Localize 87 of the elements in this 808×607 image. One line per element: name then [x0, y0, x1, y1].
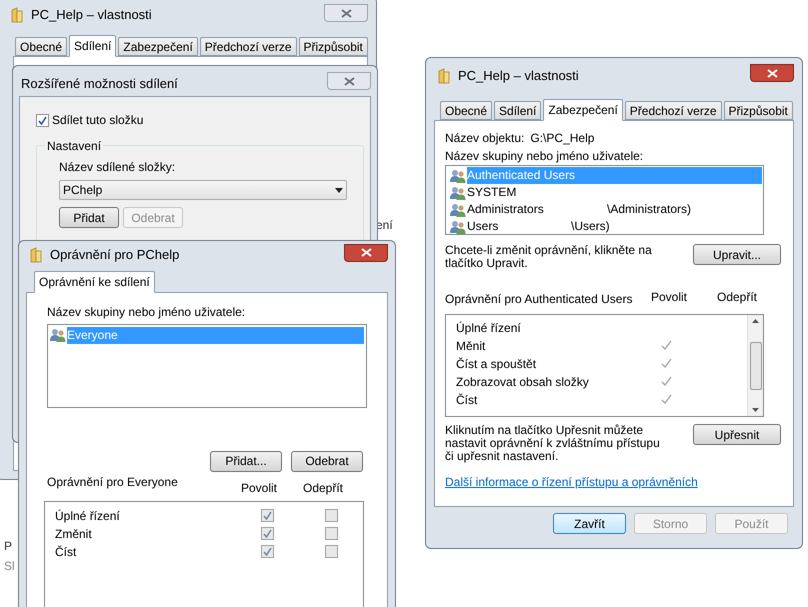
- folder-icon: [11, 7, 23, 23]
- tab[interactable]: Obecné: [440, 101, 492, 120]
- folder-icon: [438, 68, 450, 84]
- tab[interactable]: Zabezpečení: [543, 99, 623, 121]
- column-header: Povolit: [240, 480, 278, 496]
- dialog-button[interactable]: Upravit...: [693, 244, 781, 265]
- background-text: Sl: [4, 558, 15, 575]
- close-icon: [360, 248, 372, 258]
- users-icon: [450, 220, 466, 234]
- window-title: Oprávnění pro PChelp: [50, 246, 180, 264]
- field-label: Název sdílené složky:: [59, 159, 176, 176]
- close-button[interactable]: [750, 64, 794, 82]
- dialog-button[interactable]: Upřesnit: [693, 424, 781, 445]
- users-icon: [50, 328, 66, 342]
- close-button[interactable]: [344, 244, 388, 262]
- checkmark-icon: [660, 340, 672, 350]
- permission-name: Měnit: [456, 338, 486, 355]
- permissions-label: Oprávnění pro Everyone: [47, 474, 179, 490]
- tab[interactable]: Zabezpečení: [118, 37, 198, 56]
- scrollbar-thumb[interactable]: [750, 342, 762, 390]
- checkbox[interactable]: [260, 527, 274, 540]
- list-label: Název skupiny nebo jméno uživatele:: [445, 148, 644, 165]
- user-list-item[interactable]: SYSTEM: [467, 184, 762, 201]
- permission-name: Zobrazovat obsah složky: [456, 374, 590, 391]
- user-path: \Administrators): [607, 201, 692, 218]
- dialog-button[interactable]: Odebrat: [291, 450, 363, 472]
- checkmark-icon: [660, 358, 672, 368]
- tab[interactable]: Oprávnění ke sdílení: [34, 270, 155, 292]
- folder-icon: [30, 246, 42, 263]
- checkbox[interactable]: [260, 545, 274, 558]
- tab[interactable]: Přizpůsobit: [724, 101, 793, 120]
- checkbox[interactable]: [36, 114, 49, 126]
- permission-name: Číst: [456, 392, 478, 409]
- dialog-button[interactable]: Zavřít: [553, 513, 626, 534]
- dialog-button[interactable]: Přidat...: [210, 450, 282, 472]
- permission-name: Úplné řízení: [55, 508, 121, 524]
- user-name: Users: [467, 218, 500, 235]
- dialog-button[interactable]: Přidat: [59, 207, 119, 228]
- hint-text: Kliknutím na tlačítko Upřesnit můžete nastavit oprávnění k zvláštnímu přístupu či upřesnit nastavení.: [445, 424, 661, 463]
- scroll-down-icon: [752, 408, 759, 412]
- tab[interactable]: Sdílení: [69, 35, 116, 57]
- window-title: PC_Help – vlastnosti: [31, 6, 152, 24]
- tab[interactable]: Obecné: [15, 37, 68, 56]
- checkmark-icon: [660, 376, 672, 386]
- checkmark-icon: [38, 116, 47, 124]
- permission-name: Změnit: [55, 526, 93, 542]
- user-list-item[interactable]: Users \Users): [467, 218, 762, 235]
- object-path: G:\PC_Help: [530, 130, 594, 147]
- window-title: PC_Help – vlastnosti: [458, 67, 579, 86]
- permissions-label: Oprávnění pro Authenticated Users: [445, 293, 634, 306]
- checkbox[interactable]: [260, 509, 274, 522]
- scrollbar[interactable]: [747, 315, 763, 416]
- background-text: P: [4, 538, 12, 555]
- checkbox[interactable]: [324, 545, 338, 558]
- user-name: SYSTEM: [467, 184, 518, 201]
- permission-name: Číst a spouštět: [456, 356, 538, 373]
- hint-text: Chcete-li změnit oprávnění, klikněte na tlačítko Upravit.: [445, 244, 653, 270]
- scroll-up-icon: [752, 319, 759, 323]
- users-icon: [450, 168, 466, 182]
- column-header: Odepřít: [302, 480, 344, 496]
- checkbox-label: Sdílet tuto složku: [52, 112, 144, 129]
- user-name: Authenticated Users: [467, 167, 576, 184]
- tab[interactable]: Předchozí verze: [200, 37, 296, 56]
- close-icon: [340, 8, 352, 18]
- share-name-dropdown[interactable]: PChelp: [59, 180, 347, 200]
- column-header: Odepřít: [716, 289, 758, 306]
- permission-name: Úplné řízení: [456, 320, 522, 337]
- checkbox[interactable]: [324, 527, 338, 540]
- window-title: Rozšířené možnosti sdílení: [20, 75, 178, 94]
- tab[interactable]: Přizpůsobit: [298, 37, 368, 56]
- object-label: Název objektu:: [445, 130, 524, 147]
- tab[interactable]: Předchozí verze: [624, 101, 722, 120]
- user-path: \Users): [571, 218, 610, 235]
- users-icon: [450, 202, 466, 216]
- user-list-item[interactable]: Administrators \Administrators): [467, 201, 762, 218]
- checkbox[interactable]: [324, 509, 338, 522]
- help-link[interactable]: Další informace o řízení přístupu a oprávněních: [445, 473, 783, 491]
- column-header: Povolit: [650, 289, 688, 306]
- dropdown-arrow-icon: [335, 188, 343, 192]
- close-icon: [344, 76, 354, 86]
- users-icon: [450, 186, 466, 200]
- tab[interactable]: Sdílení: [494, 101, 542, 120]
- permission-name: Číst: [55, 544, 78, 560]
- close-icon: [766, 68, 778, 78]
- user-name: Administrators: [467, 201, 545, 218]
- list-label: Název skupiny nebo jméno uživatele:: [47, 304, 246, 320]
- checkmark-icon: [660, 394, 672, 404]
